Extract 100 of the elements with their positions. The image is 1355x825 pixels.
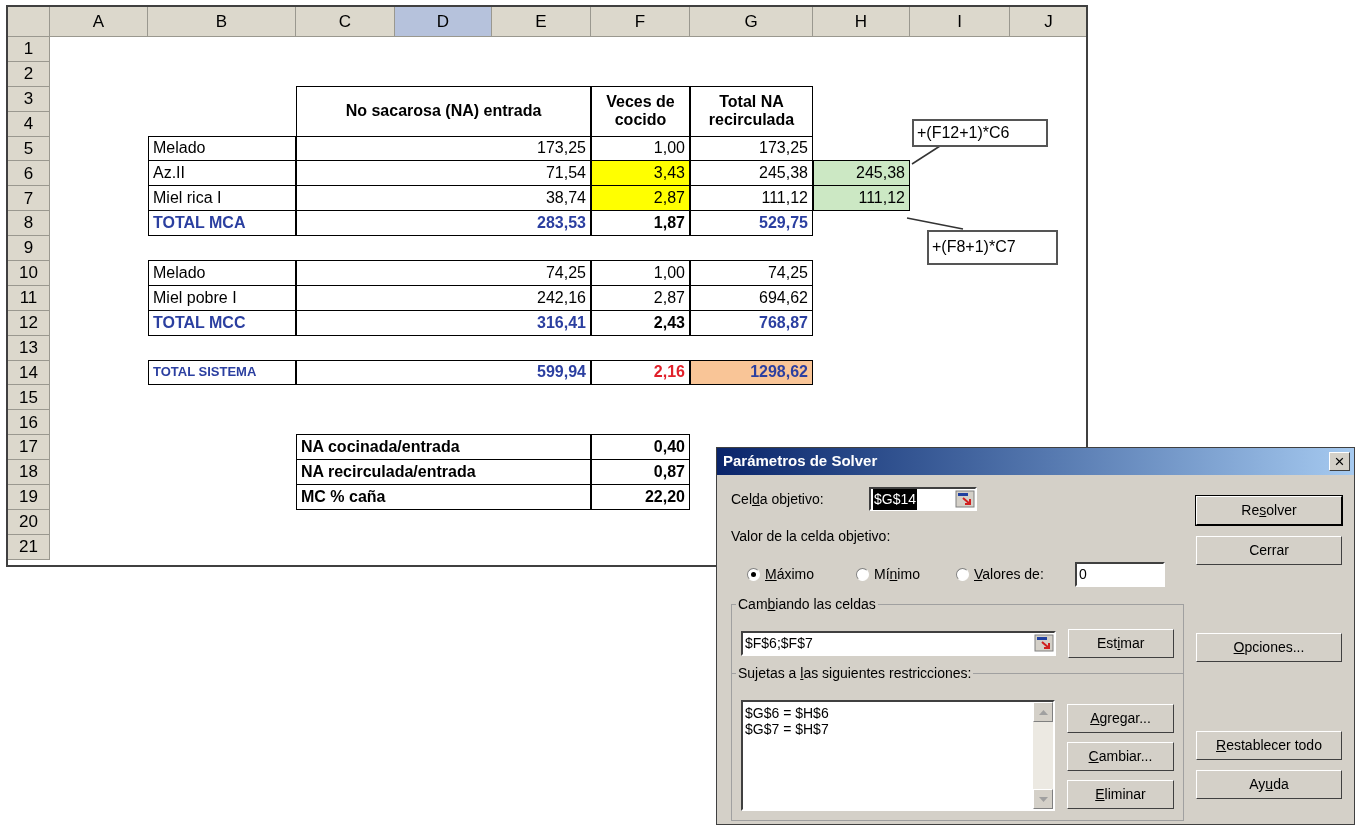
cell-text: Az.II — [153, 164, 185, 183]
column-header[interactable]: B — [148, 7, 296, 37]
cell-text: 283,53 — [537, 214, 586, 233]
constraints-list[interactable]: $G$6 = $H$6 $G$7 = $H$7 — [741, 700, 1055, 811]
row-header[interactable]: 16 — [8, 410, 50, 436]
row-header[interactable]: 20 — [8, 509, 50, 535]
value-field[interactable]: 0 — [1075, 561, 1165, 587]
column-header[interactable]: G — [690, 7, 813, 37]
cell-text: 1298,62 — [750, 363, 808, 382]
cell-text: 2,87 — [653, 288, 685, 308]
row-header[interactable]: 9 — [8, 236, 50, 261]
constraint-item[interactable]: $G$7 = $H$7 — [745, 721, 1033, 737]
cell-text: Melado — [153, 263, 206, 283]
column-header[interactable]: C — [296, 7, 395, 37]
cell-text: 173,25 — [759, 139, 808, 158]
options-button[interactable]: Opciones... — [1196, 633, 1342, 662]
cell-text: 529,75 — [759, 214, 808, 233]
dialog-title: Parámetros de Solver — [723, 451, 878, 472]
cell-text: NA recirculada/entrada — [301, 462, 476, 482]
reset-all-button[interactable]: Restablecer todo — [1196, 731, 1342, 760]
help-button[interactable]: Ayuda — [1196, 770, 1342, 799]
row-header[interactable]: 10 — [8, 261, 50, 286]
solve-button[interactable]: Resolver — [1196, 496, 1342, 525]
row-header[interactable]: 5 — [8, 136, 50, 162]
changing-cells-field[interactable]: $F$6;$F$7 — [741, 630, 1056, 656]
column-header[interactable]: J — [1010, 7, 1086, 37]
comment-note: +(F12+1)*C6 — [912, 119, 1048, 147]
constraint-item[interactable]: $G$6 = $H$6 — [745, 705, 1033, 721]
range-picker-icon[interactable] — [1033, 634, 1054, 652]
row-header[interactable]: 1 — [8, 37, 50, 62]
row-header[interactable]: 3 — [8, 86, 50, 112]
up-arrow-icon[interactable] — [1038, 709, 1048, 715]
column-header[interactable]: D — [395, 7, 492, 37]
down-arrow-icon[interactable] — [1038, 796, 1048, 802]
cell-text: 1,00 — [653, 263, 685, 283]
radio-button[interactable] — [956, 567, 969, 581]
radio-label[interactable]: Valores de: — [974, 563, 1044, 585]
cell-text: 111,12 — [761, 189, 808, 208]
scrollbar[interactable] — [1033, 702, 1053, 809]
column-header[interactable]: F — [591, 7, 690, 37]
row-header[interactable]: 18 — [8, 460, 50, 486]
column-heading: Total NA recirculada — [707, 92, 796, 130]
comment-note: +(F8+1)*C7 — [927, 230, 1058, 265]
row-header[interactable]: 15 — [8, 385, 50, 411]
add-button[interactable]: Agregar... — [1067, 704, 1174, 733]
cell-text: 2,16 — [653, 363, 685, 382]
range-picker-icon[interactable] — [955, 490, 975, 508]
row-header[interactable]: 6 — [8, 161, 50, 187]
row-header[interactable]: 14 — [8, 360, 50, 386]
cell-text: 245,38 — [759, 164, 808, 183]
radio-label[interactable]: Mínimo — [874, 563, 920, 585]
row-header[interactable]: 19 — [8, 485, 50, 510]
change-button[interactable]: Cambiar... — [1067, 742, 1174, 771]
cell-text: 1,87 — [653, 214, 685, 233]
radio-label[interactable]: Máximo — [765, 563, 815, 585]
column-header[interactable]: A — [50, 7, 148, 37]
row-header[interactable]: 8 — [8, 211, 50, 237]
select-all-corner[interactable] — [8, 7, 50, 37]
cell-text: 74,25 — [767, 263, 808, 283]
cell-text: 694,62 — [759, 288, 808, 308]
row-header[interactable]: 11 — [8, 285, 50, 311]
cell-text: 74,25 — [545, 263, 586, 283]
row-header[interactable]: 2 — [8, 61, 50, 87]
cell-text: 38,74 — [545, 189, 586, 208]
row-header[interactable]: 7 — [8, 186, 50, 212]
row-header[interactable]: 4 — [8, 111, 50, 137]
row-header[interactable]: 12 — [8, 310, 50, 336]
close-button[interactable]: × — [1329, 452, 1350, 471]
cell-text: Miel pobre I — [153, 288, 237, 308]
cell-text: NA cocinada/entrada — [301, 438, 460, 457]
cell-text: 599,94 — [537, 363, 586, 382]
leader-line — [911, 145, 941, 165]
cell-text: 1,00 — [653, 139, 685, 158]
cell-text: TOTAL MCC — [153, 313, 246, 332]
cell-text: 173,25 — [537, 139, 586, 158]
cell-text: 0,40 — [653, 438, 685, 457]
row-header[interactable]: 21 — [8, 534, 50, 560]
cell-text: MC % caña — [301, 487, 386, 507]
column-header[interactable]: E — [492, 7, 591, 37]
target-cell-field[interactable]: $G$14 — [869, 487, 977, 511]
column-header[interactable]: H — [813, 7, 910, 37]
guess-button[interactable]: Estimar — [1067, 628, 1174, 658]
leader-line — [906, 217, 964, 230]
cell-text: 245,38 — [856, 164, 905, 183]
row-header[interactable]: 17 — [8, 435, 50, 461]
radio-button[interactable] — [747, 567, 760, 581]
cell-text: 2,87 — [653, 189, 685, 208]
delete-button[interactable]: Eliminar — [1067, 780, 1174, 809]
row-header[interactable]: 13 — [8, 335, 50, 361]
column-heading: No sacarosa (NA) entrada — [345, 101, 542, 121]
field-label: Celda objetivo: — [731, 489, 825, 509]
column-heading: Veces de cocido — [605, 92, 676, 130]
cell-text: Melado — [153, 139, 206, 158]
close-dialog-button[interactable]: Cerrar — [1196, 536, 1342, 565]
radio-button[interactable] — [856, 567, 869, 581]
cell-text: 3,43 — [653, 164, 685, 183]
cell-text: 242,16 — [537, 288, 586, 308]
cell-text: 2,43 — [653, 313, 685, 332]
column-header[interactable]: I — [910, 7, 1010, 37]
cell-text: 111,12 — [858, 189, 905, 208]
